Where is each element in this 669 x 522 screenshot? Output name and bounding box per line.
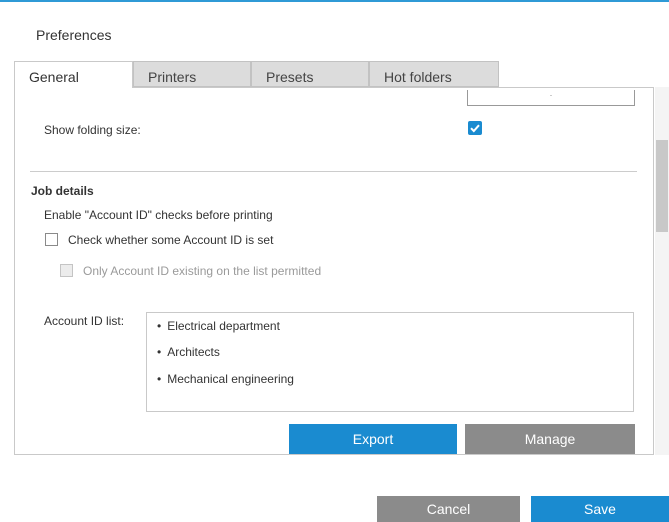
tab-hot-folders[interactable]: Hot folders bbox=[369, 61, 499, 87]
bullet-icon: • bbox=[157, 372, 162, 386]
dialog-title: Preferences bbox=[36, 27, 112, 43]
list-item-label: Architects bbox=[167, 345, 220, 359]
job-details-heading: Job details bbox=[31, 184, 94, 198]
bullet-icon: • bbox=[157, 345, 162, 359]
save-button[interactable]: Save bbox=[531, 496, 669, 522]
tab-printers[interactable]: Printers bbox=[133, 61, 251, 87]
partially-scrolled-field[interactable]: · bbox=[467, 90, 635, 106]
list-item[interactable]: • Electrical department bbox=[157, 319, 280, 333]
show-folding-size-label: Show folding size: bbox=[44, 123, 141, 137]
section-divider bbox=[30, 171, 637, 172]
check-account-id-set-checkbox[interactable] bbox=[45, 233, 58, 246]
scrollbar-thumb[interactable] bbox=[656, 140, 668, 232]
list-item-label: Electrical department bbox=[167, 319, 280, 333]
list-item[interactable]: • Architects bbox=[157, 345, 220, 359]
show-folding-size-checkbox[interactable] bbox=[468, 121, 482, 135]
export-button[interactable]: Export bbox=[289, 424, 457, 454]
account-id-list-label: Account ID list: bbox=[44, 314, 125, 328]
list-item[interactable]: • Mechanical engineering bbox=[157, 372, 294, 386]
only-existing-account-id-checkbox[interactable] bbox=[60, 264, 73, 277]
manage-button[interactable]: Manage bbox=[465, 424, 635, 454]
account-id-checks-label: Enable "Account ID" checks before printi… bbox=[44, 208, 273, 222]
tab-presets[interactable]: Presets bbox=[251, 61, 369, 87]
only-existing-account-id-label: Only Account ID existing on the list per… bbox=[83, 264, 322, 278]
checkmark-icon bbox=[470, 124, 480, 133]
check-account-id-set-label: Check whether some Account ID is set bbox=[68, 233, 274, 247]
tab-general[interactable]: General bbox=[14, 61, 133, 88]
account-id-listbox[interactable]: • Electrical department • Architects • Mech… bbox=[146, 312, 634, 412]
list-item-label: Mechanical engineering bbox=[167, 372, 294, 386]
top-accent-rule bbox=[0, 0, 669, 2]
cancel-button[interactable]: Cancel bbox=[377, 496, 520, 522]
bullet-icon: • bbox=[157, 319, 162, 333]
